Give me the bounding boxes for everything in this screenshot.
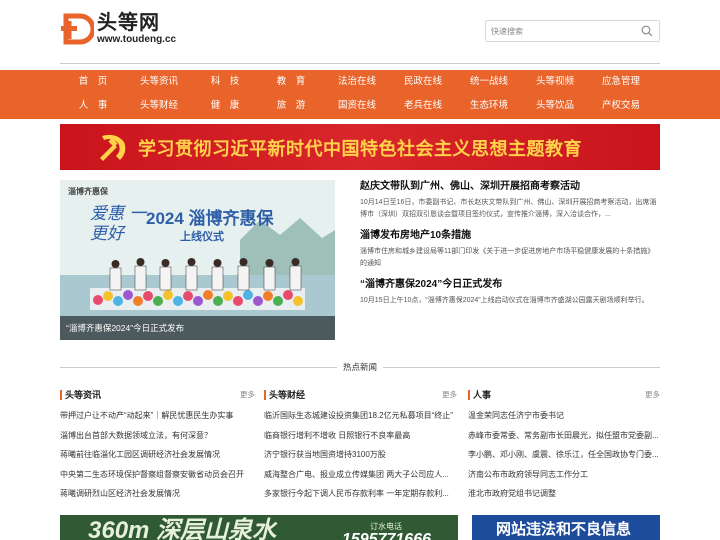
- nav-item-travel[interactable]: 旅 游: [258, 99, 324, 113]
- nav-item-tech[interactable]: 科 技: [192, 75, 258, 89]
- list-item[interactable]: 赤峰市委常委、常务副市长田晨光，拟任盟市党委副...: [468, 426, 660, 446]
- list-item[interactable]: 威海整合广电、报业成立传媒集团 两大子公司应人...: [264, 465, 457, 485]
- site-logo[interactable]: 头等网 www.toudeng.cc: [60, 12, 176, 46]
- nav-item-united-front[interactable]: 统一战线: [456, 75, 522, 89]
- list-item[interactable]: 淄博出台首部大数据领域立法，有何深意？: [60, 426, 255, 446]
- feature-caption[interactable]: “淄博齐惠保2024”今日正式发布: [60, 316, 335, 340]
- news-desc: 10月15日上午10点，“淄博齐惠保2024”上线启动仪式在淄博市齐盛湖公园露天…: [360, 297, 649, 304]
- logo-url: www.toudeng.cc: [97, 34, 177, 45]
- news-desc: 10月14日至16日，市委副书记、市长赵庆文带队到广州、佛山、深圳开展招商考察活…: [360, 199, 657, 218]
- nav-item-personnel[interactable]: 人 事: [60, 99, 126, 113]
- banner-text: 学习贯彻习近平新时代中国特色社会主义思想主题教育: [138, 139, 582, 159]
- list-item[interactable]: 多家银行今起下调人民币存款利率 一年定期存款利...: [264, 484, 457, 504]
- party-emblem-icon: [100, 134, 126, 161]
- feature-image-sub: 上线仪式: [180, 231, 224, 243]
- column-marker: [60, 390, 62, 400]
- list-item[interactable]: 临沂国际生态城建设投资集团18.2亿元私募项目“终止”: [264, 406, 457, 426]
- search-icon[interactable]: [641, 25, 653, 37]
- feature-image-slogan: 爱惠 一更好: [90, 204, 147, 244]
- feature-image[interactable]: 淄博齐惠保 爱惠 一更好 2024 淄博齐惠保 上线仪式 “淄博齐惠保2024”…: [60, 180, 335, 340]
- nav-item-state-assets[interactable]: 国资在线: [324, 99, 390, 113]
- feature-image-logo: 淄博齐惠保: [68, 187, 108, 196]
- search-box: [485, 20, 660, 42]
- list-item[interactable]: 济宁银行获当地国资增持3100万股: [264, 445, 457, 465]
- news-title[interactable]: 淄博发布房地产10条措施: [360, 229, 660, 243]
- more-link[interactable]: 更多: [442, 389, 457, 401]
- more-link[interactable]: 更多: [240, 389, 255, 401]
- news-item: 淄博发布房地产10条措施 淄博市住房和城乡建设局等11部门印发《关于进一步促进房…: [360, 229, 660, 270]
- nav-item-finance[interactable]: 头等财经: [126, 99, 192, 113]
- list-item[interactable]: 中央第二生态环境保护督察组督察安徽省动员会召开: [60, 465, 255, 485]
- column-header: 人事 更多: [468, 388, 660, 402]
- nav-item-news[interactable]: 头等资讯: [126, 75, 192, 89]
- column-personnel: 人事 更多 温金荣同志任济宁市委书记 赤峰市委常委、常务副市长田晨光，拟任盟市党…: [468, 388, 660, 504]
- news-title[interactable]: “淄博齐惠保2024”今日正式发布: [360, 278, 660, 292]
- list-item[interactable]: 温金荣同志任济宁市委书记: [468, 406, 660, 426]
- nav-item-home[interactable]: 首 页: [60, 75, 126, 89]
- column-marker: [264, 390, 266, 400]
- column-finance: 头等财经 更多 临沂国际生态城建设投资集团18.2亿元私募项目“终止” 临商银行…: [264, 388, 457, 504]
- nav-item-education[interactable]: 教 育: [258, 75, 324, 89]
- main-nav: 首 页 头等资讯 科 技 教 育 法治在线 民政在线 统一战线 头等视频 应急管…: [0, 70, 720, 119]
- list-item[interactable]: 济南公布市政府领导同志工作分工: [468, 465, 660, 485]
- search-input[interactable]: [486, 21, 636, 42]
- hot-news-label: 热点新闻: [336, 362, 383, 372]
- news-item: 赵庆文带队到广州、佛山、深圳开展招商考察活动 10月14日至16日，市委副书记、…: [360, 180, 660, 221]
- list-item[interactable]: 带押过户让不动产“动起来”｜解民忧惠民生办实事: [60, 406, 255, 426]
- column-title: 头等财经: [269, 390, 306, 400]
- list-item[interactable]: 临商银行增利不增收 日照银行不良率最高: [264, 426, 457, 446]
- logo-name: 头等网: [97, 12, 160, 34]
- news-item: “淄博齐惠保2024”今日正式发布 10月15日上午10点，“淄博齐惠保2024…: [360, 278, 660, 307]
- list-item[interactable]: 蒋曦前往临淄化工园区调研经济社会发展情况: [60, 445, 255, 465]
- report-ad-banner[interactable]: 网站违法和不良信息: [472, 515, 660, 540]
- water-ad-phone: 1595771666: [342, 531, 431, 540]
- column-title: 人事: [473, 390, 492, 400]
- nav-item-property[interactable]: 产权交易: [588, 99, 654, 113]
- hot-news-divider: 热点新闻: [60, 361, 660, 373]
- news-desc: 淄博市住房和城乡建设局等11部门印发《关于进一步促进房地产市场平稳健康发展的十条…: [360, 248, 655, 267]
- nav-item-civil[interactable]: 民政在线: [390, 75, 456, 89]
- nav-item-health[interactable]: 健 康: [192, 99, 258, 113]
- top-news-list: 赵庆文带队到广州、佛山、深圳开展招商考察活动 10月14日至16日，市委副书记、…: [360, 180, 660, 315]
- list-item[interactable]: 李小鹏、邓小刚、虞震、徐乐江，任全国政协专门委...: [468, 445, 660, 465]
- column-header: 头等资讯 更多: [60, 388, 255, 402]
- nav-item-video[interactable]: 头等视频: [522, 75, 588, 89]
- water-ad-banner[interactable]: 360m 深层山泉水 订水电话 1595771666: [60, 515, 458, 540]
- feature-image-headline: 2024 淄博齐惠保: [146, 209, 274, 228]
- list-item[interactable]: 蒋曦调研烈山区经济社会发展情况: [60, 484, 255, 504]
- site-header: 头等网 www.toudeng.cc: [0, 0, 720, 64]
- report-ad-text: 网站违法和不良信息: [496, 521, 632, 538]
- water-ad-title: 360m 深层山泉水: [88, 517, 277, 540]
- nav-row-1: 首 页 头等资讯 科 技 教 育 法治在线 民政在线 统一战线 头等视频 应急管…: [60, 75, 654, 89]
- column-news: 头等资讯 更多 带押过户让不动产“动起来”｜解民忧惠民生办实事 淄博出台首部大数…: [60, 388, 255, 504]
- column-marker: [468, 390, 470, 400]
- column-header: 头等财经 更多: [264, 388, 457, 402]
- nav-item-veterans[interactable]: 老兵在线: [390, 99, 456, 113]
- nav-item-ecology[interactable]: 生态环境: [456, 99, 522, 113]
- nav-item-emergency[interactable]: 应急管理: [588, 75, 654, 89]
- news-title[interactable]: 赵庆文带队到广州、佛山、深圳开展招商考察活动: [360, 180, 660, 194]
- nav-item-drinks[interactable]: 头等饮品: [522, 99, 588, 113]
- logo-icon: [61, 13, 94, 45]
- column-title: 头等资讯: [65, 390, 102, 400]
- more-link[interactable]: 更多: [645, 389, 660, 401]
- header-divider: [60, 63, 660, 64]
- list-item[interactable]: 淮北市政府党组书记调整: [468, 484, 660, 504]
- nav-row-2: 人 事 头等财经 健 康 旅 游 国资在线 老兵在线 生态环境 头等饮品 产权交…: [60, 99, 654, 113]
- nav-item-law[interactable]: 法治在线: [324, 75, 390, 89]
- theme-banner[interactable]: 学习贯彻习近平新时代中国特色社会主义思想主题教育: [60, 124, 660, 170]
